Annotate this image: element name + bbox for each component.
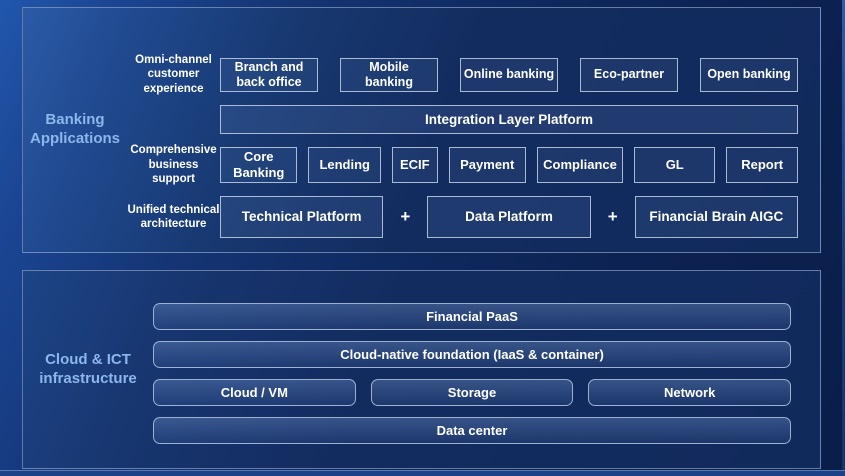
row-cloud-native-foundation: Cloud-native foundation (IaaS & containe… [153, 341, 791, 368]
plus-sign: + [591, 196, 635, 238]
box-technical-platform: Technical Platform [220, 196, 383, 238]
cloud-rows: Financial PaaS Cloud-native foundation (… [153, 271, 820, 468]
row-integration: Integration Layer Platform [127, 105, 798, 134]
bar-financial-paas: Financial PaaS [153, 303, 791, 330]
bar-storage: Storage [371, 379, 574, 406]
box-gl: GL [634, 147, 715, 183]
bar-cloud-vm: Cloud / VM [153, 379, 356, 406]
box-branch-back-office: Branch and back office [220, 58, 318, 92]
box-report: Report [726, 147, 798, 183]
box-mobile-banking: Mobile banking [340, 58, 438, 92]
business-boxes: Core Banking Lending ECIF Payment Compli… [220, 147, 798, 183]
row-iaas-resources: Cloud / VM Storage Network [153, 379, 791, 406]
screen-bottom-edge-highlight [0, 470, 845, 476]
banking-rows: Omni-channel customer experience Branch … [127, 8, 820, 252]
section-label-banking: Banking Applications [23, 111, 127, 149]
bar-network: Network [588, 379, 791, 406]
bar-cloud-native-foundation: Cloud-native foundation (IaaS & containe… [153, 341, 791, 368]
row-data-center: Data center [153, 417, 791, 444]
box-lending: Lending [308, 147, 381, 183]
box-ecif: ECIF [392, 147, 438, 183]
row-technical-architecture: Unified technical architecture Technical… [127, 196, 798, 238]
box-core-banking: Core Banking [220, 147, 297, 183]
box-financial-brain-aigc: Financial Brain AIGC [635, 196, 798, 238]
banking-applications-panel: Banking Applications Omni-channel custom… [22, 7, 821, 253]
box-payment: Payment [449, 147, 526, 183]
slide-background: Banking Applications Omni-channel custom… [0, 0, 845, 476]
caption-business-support: Comprehensive business support [127, 143, 220, 186]
box-eco-partner: Eco-partner [580, 58, 678, 92]
cloud-ict-panel: Cloud & ICT infrastructure Financial Paa… [22, 270, 821, 469]
tech-boxes: Technical Platform + Data Platform + Fin… [220, 196, 798, 238]
channel-boxes: Branch and back office Mobile banking On… [220, 58, 798, 92]
row-business-support: Comprehensive business support Core Bank… [127, 143, 798, 186]
box-compliance: Compliance [537, 147, 623, 183]
box-online-banking: Online banking [460, 58, 558, 92]
caption-technical-architecture: Unified technical architecture [127, 203, 220, 232]
integration-boxes: Integration Layer Platform [220, 105, 798, 134]
section-label-cloud: Cloud & ICT infrastructure [23, 351, 153, 389]
plus-sign: + [383, 196, 427, 238]
bar-data-center: Data center [153, 417, 791, 444]
row-financial-paas: Financial PaaS [153, 303, 791, 330]
box-data-platform: Data Platform [427, 196, 590, 238]
row-omni-channel: Omni-channel customer experience Branch … [127, 53, 798, 96]
box-integration-layer-platform: Integration Layer Platform [220, 105, 798, 134]
box-open-banking: Open banking [700, 58, 798, 92]
caption-omni-channel: Omni-channel customer experience [127, 53, 220, 96]
